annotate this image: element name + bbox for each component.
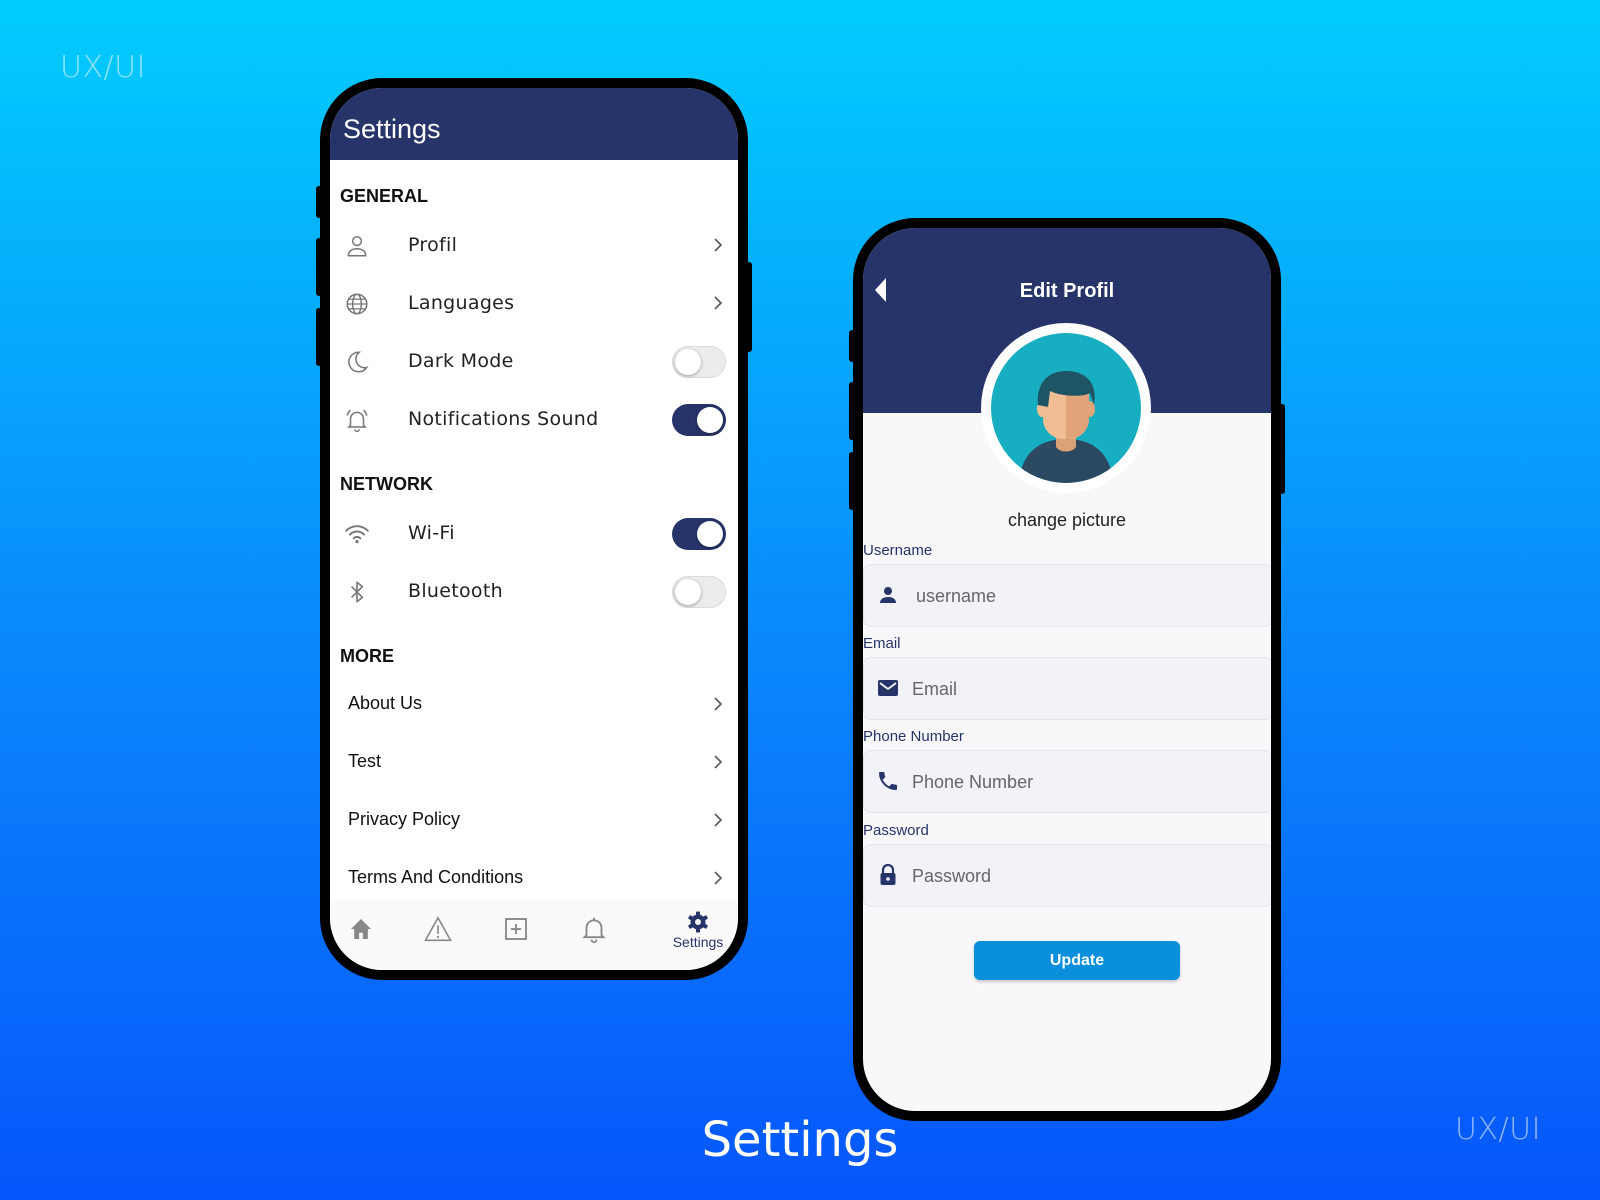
page-title: Settings (343, 114, 441, 144)
settings-item-label: Profil (408, 234, 458, 256)
change-picture-link[interactable]: change picture (863, 510, 1271, 531)
edit-profile-screen: Edit Profil change picture Username user… (863, 228, 1271, 1111)
moon-icon (348, 351, 369, 373)
globe-icon (346, 293, 368, 315)
settings-item-about-us[interactable]: About Us (330, 680, 738, 730)
settings-item-notifications-sound: Notifications Sound (330, 395, 738, 445)
alarm-bell-icon (346, 409, 368, 433)
avatar[interactable] (981, 323, 1151, 493)
toggle-knob (697, 521, 723, 547)
phone-icon (879, 772, 897, 790)
page-title: Edit Profil (1019, 280, 1115, 302)
toggle-knob (697, 407, 723, 433)
volume-down-button (316, 308, 322, 366)
dark-mode-toggle[interactable] (672, 346, 726, 378)
gear-icon (688, 911, 708, 933)
person-icon (347, 236, 367, 257)
nav-settings-label: Settings (672, 934, 724, 950)
bell-icon[interactable] (579, 914, 609, 944)
password-input[interactable] (912, 857, 1252, 895)
phone-input[interactable] (912, 763, 1252, 801)
settings-item-label: Bluetooth (408, 580, 503, 602)
settings-item-label: Notifications Sound (408, 408, 599, 430)
edit-profile-phone: Edit Profil change picture Username user… (849, 218, 1285, 1121)
username-label: Username (863, 542, 933, 559)
warning-icon[interactable] (423, 914, 453, 944)
nav-settings[interactable]: Settings (668, 910, 728, 950)
password-label: Password (863, 822, 929, 839)
watermark-top-left: UX/UI (60, 50, 146, 85)
settings-header: Settings (330, 88, 738, 160)
add-box-icon[interactable] (501, 914, 531, 944)
chevron-right-icon (714, 697, 723, 711)
settings-item-label: Test (348, 751, 382, 771)
volume-down-button (849, 452, 855, 510)
chevron-right-icon (714, 813, 723, 827)
username-field (863, 564, 1271, 627)
settings-phone: Settings GENERAL Profil Languages Dark M… (316, 78, 752, 980)
email-input[interactable] (912, 670, 1252, 708)
settings-item-profil[interactable]: Profil (330, 221, 738, 271)
bluetooth-toggle[interactable] (672, 576, 726, 608)
mute-switch (316, 186, 322, 218)
wifi-icon (345, 525, 369, 544)
wifi-toggle[interactable] (672, 518, 726, 550)
settings-item-terms[interactable]: Terms And Conditions (330, 854, 738, 904)
power-button (746, 262, 752, 352)
person-avatar-illustration (1019, 371, 1113, 483)
settings-item-dark-mode: Dark Mode (330, 337, 738, 387)
chevron-right-icon (714, 296, 723, 310)
toggle-knob (675, 579, 701, 605)
email-field (863, 657, 1271, 720)
volume-up-button (316, 238, 322, 296)
settings-item-privacy-policy[interactable]: Privacy Policy (330, 796, 738, 846)
volume-up-button (849, 382, 855, 440)
username-input[interactable] (916, 577, 1256, 615)
power-button (1279, 404, 1285, 494)
chevron-right-icon (714, 238, 723, 252)
password-field (863, 844, 1271, 907)
settings-item-label: About Us (348, 693, 423, 713)
phone-label: Phone Number (863, 728, 964, 745)
page-caption: Settings (701, 1112, 899, 1168)
mute-switch (849, 330, 855, 362)
settings-item-label: Dark Mode (408, 350, 514, 372)
section-general: GENERAL (340, 186, 429, 206)
settings-item-wifi: Wi-Fi (330, 509, 738, 559)
avatar-image (991, 333, 1141, 483)
lock-icon (880, 863, 896, 885)
section-more: MORE (340, 646, 394, 666)
email-label: Email (863, 635, 901, 652)
settings-item-label: Privacy Policy (348, 809, 461, 829)
settings-item-languages[interactable]: Languages (330, 279, 738, 329)
person-icon (880, 587, 896, 603)
bottom-nav: Settings (330, 900, 738, 970)
bluetooth-icon (351, 581, 364, 603)
settings-item-label: Terms And Conditions (348, 867, 524, 887)
settings-item-test[interactable]: Test (330, 738, 738, 788)
toggle-knob (675, 349, 701, 375)
settings-item-bluetooth: Bluetooth (330, 567, 738, 617)
notifications-sound-toggle[interactable] (672, 404, 726, 436)
phone-field (863, 750, 1271, 813)
mail-icon (878, 680, 898, 696)
settings-screen: Settings GENERAL Profil Languages Dark M… (330, 88, 738, 970)
settings-item-label: Wi-Fi (408, 522, 455, 544)
update-button[interactable]: Update (974, 941, 1180, 980)
home-icon[interactable] (346, 914, 376, 944)
chevron-right-icon (714, 871, 723, 885)
section-network: NETWORK (340, 474, 433, 494)
chevron-right-icon (714, 755, 723, 769)
settings-item-label: Languages (408, 292, 515, 314)
